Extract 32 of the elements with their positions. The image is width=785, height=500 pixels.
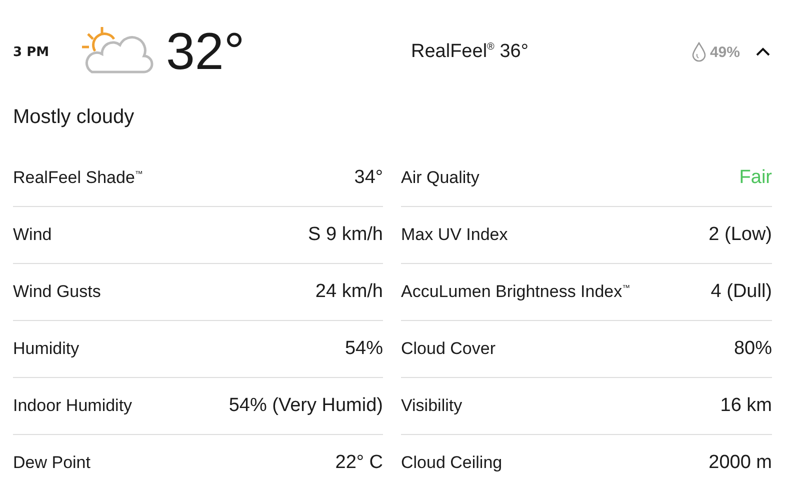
detail-value: 24 km/h	[315, 281, 383, 303]
chevron-icon[interactable]	[756, 47, 770, 57]
detail-value: 54% (Very Humid)	[228, 395, 383, 417]
detail-label: Wind	[13, 225, 52, 245]
detail-label: RealFeel Shade$^{™}$	[13, 168, 143, 188]
precipitation-chance: 49%	[710, 44, 740, 60]
sun-cloud-icon	[80, 25, 154, 75]
detail-label: Dew Point	[13, 453, 90, 473]
detail-label: AccuLumen Brightness Index$^{™}$	[401, 282, 630, 302]
realfeel-temperature: RealFeel$^{®}$ 36°	[411, 41, 528, 63]
detail-value: 16 km	[720, 395, 772, 417]
detail-value: S 9 km/h	[308, 224, 383, 246]
detail-value: 80%	[734, 338, 772, 360]
raindrop-icon	[692, 42, 706, 62]
detail-value: 54%	[344, 338, 383, 360]
detail-label: Cloud Ceiling	[401, 453, 502, 473]
detail-label: Max UV Index	[401, 225, 508, 245]
detail-label: Air Quality	[401, 168, 480, 188]
hour-time: 3 PM	[13, 44, 50, 60]
detail-value: 22° C	[335, 452, 383, 474]
weather-phrase: Mostly cloudy	[13, 106, 136, 130]
detail-label: Visibility	[401, 396, 462, 416]
detail-value: Fair	[739, 167, 772, 189]
detail-value: 2000 m	[708, 452, 772, 474]
detail-label: Wind Gusts	[13, 282, 101, 302]
temperature: 32°	[166, 22, 246, 82]
detail-value: 4 (Dull)	[710, 281, 772, 303]
detail-label: Humidity	[13, 339, 80, 359]
detail-value: 34°	[354, 167, 383, 189]
detail-label: Indoor Humidity	[13, 396, 132, 416]
detail-value: 2 (Low)	[708, 224, 772, 246]
detail-label: Cloud Cover	[401, 339, 496, 359]
